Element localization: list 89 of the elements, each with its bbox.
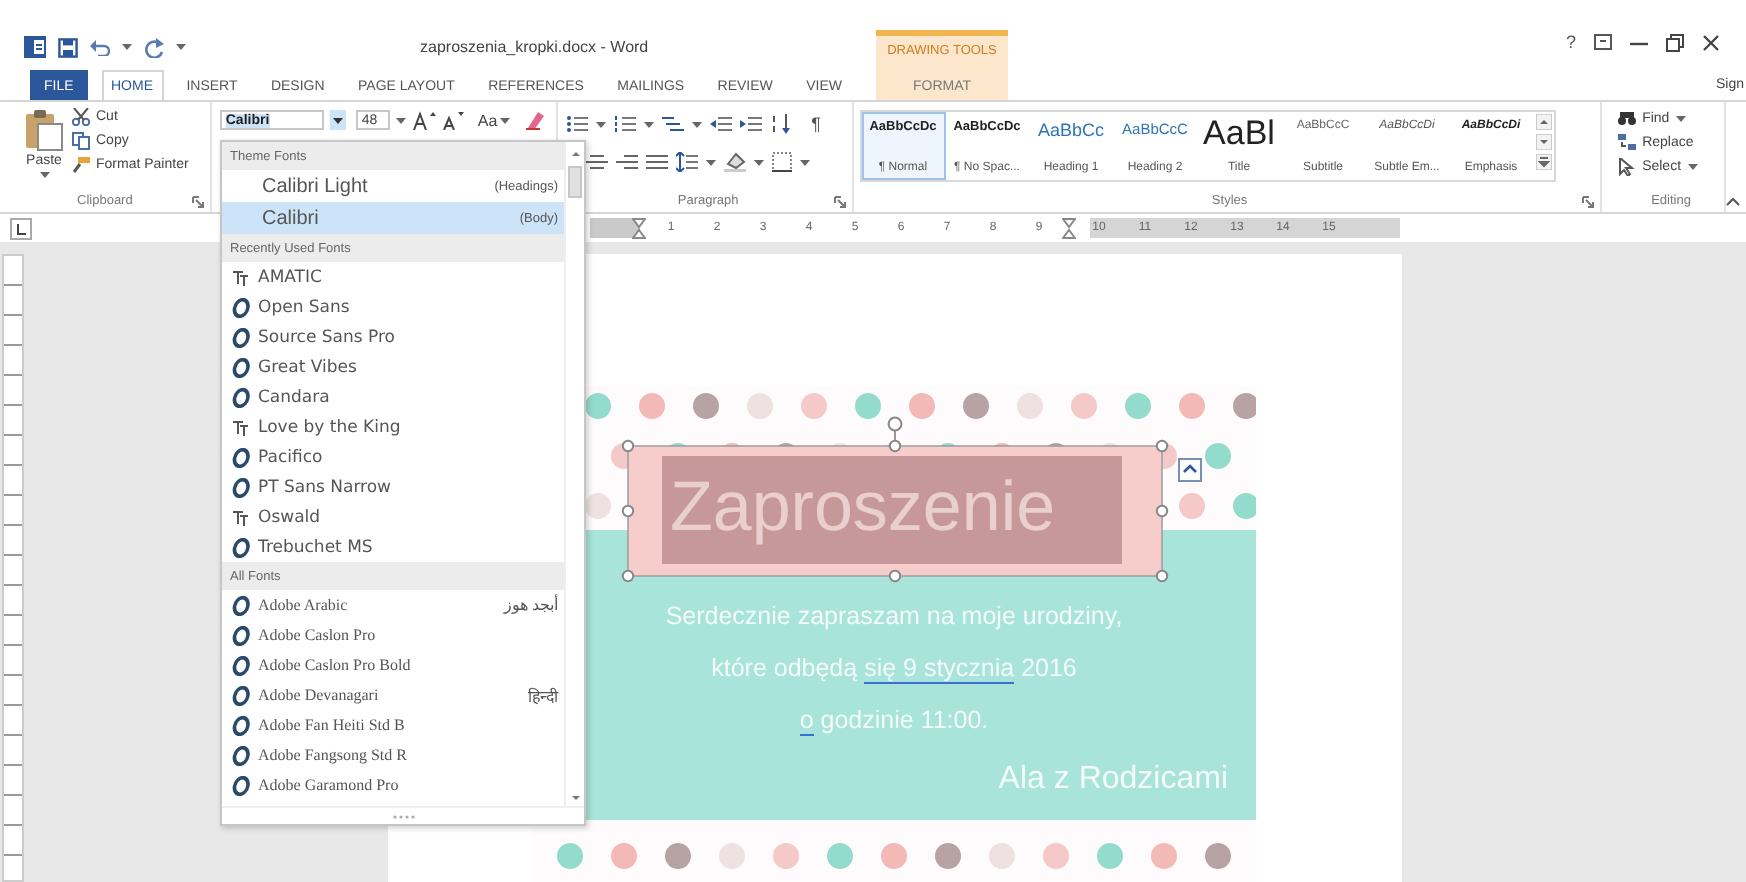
font-option[interactable]: Oswald [222,502,564,532]
font-option[interactable]: Great Vibes [222,352,564,382]
align-center-icon[interactable] [585,152,608,172]
invitation-text: o godzinie 11:00. [799,704,989,740]
font-option[interactable]: Trebuchet MS [222,532,564,562]
shading-icon[interactable] [723,152,746,172]
justify-icon[interactable] [645,152,668,172]
scissors-icon [72,108,90,126]
scroll-down-icon[interactable] [1535,134,1551,150]
invitation-text: Serdecznie zapraszam na moje urodziny, [665,600,1123,634]
caret-icon [1687,162,1698,172]
font-option[interactable]: AMATIC [222,262,564,292]
font-option[interactable]: Adobe Caslon Pro Bold [222,650,564,680]
style-preview: AaBl [1203,120,1275,148]
double-t-icon [232,507,252,527]
help-button[interactable]: ? [1566,32,1577,52]
double-t-icon [232,267,252,287]
increase-indent-icon[interactable] [739,114,762,134]
font-option[interactable]: Adobe Fangsong Std R [222,740,564,770]
caret-icon[interactable] [705,157,716,167]
o-letter-icon [232,537,252,557]
close-icon[interactable] [1702,33,1721,51]
layout-options-icon[interactable] [1178,458,1202,482]
caret-icon[interactable] [595,119,606,129]
app-icon[interactable] [24,36,46,58]
font-option[interactable]: Adobe Fan Heiti Std B [222,710,564,740]
scroll-up-icon[interactable] [1535,114,1551,130]
clear-formatting-icon[interactable] [523,110,546,130]
caret-icon[interactable] [643,119,654,129]
ribbon-display-options-icon[interactable] [1594,34,1613,50]
style-preview: AaBbCc [1037,120,1105,140]
align-right-icon[interactable] [615,152,638,172]
tab-selector-icon[interactable] [10,217,32,239]
change-case-button[interactable]: Aa [477,111,510,129]
clipboard-icon [24,108,64,152]
font-option[interactable]: Source Sans Pro [222,322,564,352]
font-option[interactable]: Adobe Caslon Pro [222,620,564,650]
borders-icon[interactable] [771,152,792,172]
save-icon[interactable] [58,37,78,57]
double-t-icon [232,417,252,437]
paintbrush-icon [72,156,90,174]
scrollbar-thumb[interactable] [568,166,582,198]
caret-icon [499,115,510,125]
caret-icon[interactable] [691,119,702,129]
scroll-down-icon[interactable] [567,790,583,806]
line-spacing-icon[interactable] [675,152,698,172]
grow-font-icon[interactable] [411,110,436,130]
redo-icon[interactable] [144,37,164,57]
font-option[interactable]: PT Sans Narrow [222,472,564,502]
caret-icon [39,170,49,180]
scrollbar[interactable] [564,142,584,806]
dialog-launcher-icon[interactable] [1582,196,1595,208]
indent-marker-icon[interactable] [632,218,646,240]
caret-icon[interactable] [122,42,132,52]
restore-icon[interactable] [1666,33,1685,51]
invitation-signature: Ala z Rodzicami [998,762,1228,798]
sort-icon[interactable] [769,114,792,134]
font-option[interactable]: Adobe Garamond Pro [222,770,564,800]
font-option[interactable]: Open Sans [222,292,564,322]
selection-handles-drawing[interactable] [618,416,1172,586]
numbered-list-icon[interactable] [613,114,636,134]
caret-icon[interactable] [395,115,406,125]
caret-icon[interactable] [176,42,186,52]
replace-icon [1618,134,1637,150]
font-option[interactable]: Adobe Devanagari हिन्दी [222,680,564,710]
caret-icon[interactable] [753,157,764,167]
invitation-text: które odbędą się 9 stycznia 2016 [711,652,1077,688]
caret-icon[interactable] [799,157,810,167]
font-option[interactable]: Pacifico [222,442,564,472]
resize-grip-icon[interactable] [391,813,415,819]
scroll-up-icon[interactable] [567,146,583,162]
multilevel-list-icon[interactable] [661,114,684,134]
indent-marker-icon[interactable] [1062,217,1076,239]
decrease-indent-icon[interactable] [709,114,732,134]
font-option[interactable]: Candara [222,382,564,412]
bullet-list-icon[interactable] [565,114,588,134]
dialog-launcher-icon[interactable] [833,196,845,208]
copy-icon [72,132,90,150]
dialog-launcher-icon[interactable] [191,196,204,208]
font-option[interactable]: Love by the King [222,412,564,442]
show-marks-button[interactable]: ¶ [811,114,822,134]
more-styles-icon[interactable] [1535,154,1551,170]
undo-icon[interactable] [90,38,110,56]
cursor-icon [1618,158,1637,176]
caret-icon [1675,113,1686,123]
window-title: zaproszenia_kropki.docx - Word [420,38,651,60]
collapse-ribbon-icon[interactable] [1726,196,1740,206]
shrink-font-icon[interactable] [441,110,464,130]
binoculars-icon [1618,110,1637,126]
